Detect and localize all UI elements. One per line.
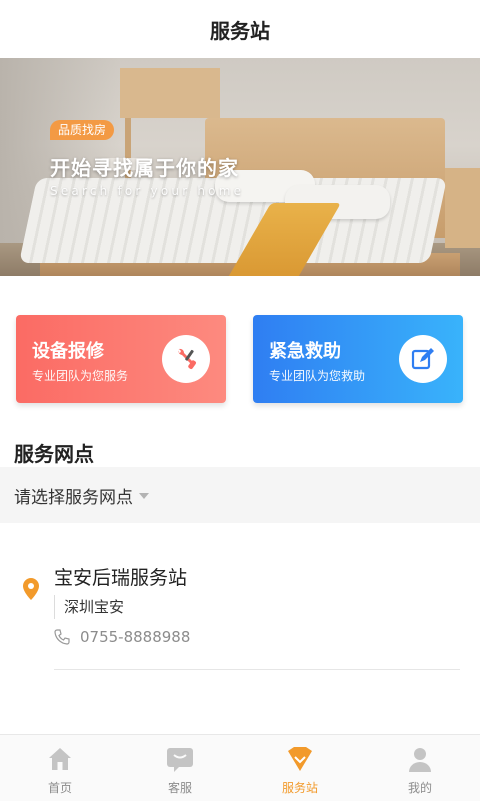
tab-label: 首页 (47, 781, 72, 795)
selector-label: 请选择服务网点 (14, 487, 133, 508)
caret-down-icon (139, 493, 149, 499)
card-title: 设备报修 (32, 341, 104, 362)
bottom-tab-bar: 首页 客服 服务站 我的 (0, 734, 480, 801)
top-bar: 服务站 (0, 0, 480, 58)
tab-label: 客服 (167, 781, 192, 795)
banner-badge: 品质找房 (50, 120, 115, 140)
tab-profile[interactable]: 我的 (360, 735, 480, 801)
tab-home[interactable]: 首页 (0, 735, 120, 801)
tab-label: 我的 (407, 781, 432, 795)
phone-icon (54, 629, 70, 649)
emergency-rescue-card[interactable]: 紧急救助 专业团队为您救助 (253, 315, 463, 403)
banner[interactable]: 品质找房 开始寻找属于你的家 Search for your home (0, 58, 480, 276)
banner-title: 开始寻找属于你的家 (50, 156, 239, 180)
divider (54, 669, 460, 670)
divider (54, 595, 55, 619)
station-name: 宝安后瑞服务站 (54, 567, 188, 589)
banner-photo-nightstand (445, 168, 480, 248)
station-icon (285, 745, 315, 773)
station-phone[interactable]: 0755-8888988 (80, 628, 190, 646)
banner-photo-desk (120, 68, 220, 118)
station-area: 深圳宝安 (64, 598, 125, 616)
service-point-selector[interactable]: 请选择服务网点 (0, 467, 480, 523)
tab-service-station[interactable]: 服务站 (240, 735, 360, 801)
tools-icon (162, 335, 210, 383)
profile-icon (405, 745, 435, 773)
page-title: 服务站 (210, 18, 270, 43)
banner-subtitle: Search for your home (50, 184, 245, 198)
tab-label: 服务站 (281, 781, 318, 795)
tab-customer-service[interactable]: 客服 (120, 735, 240, 801)
station-list-item[interactable]: 宝安后瑞服务站 深圳宝安 0755-8888988 (0, 545, 480, 671)
edit-icon (399, 335, 447, 383)
equipment-repair-card[interactable]: 设备报修 专业团队为您服务 (16, 315, 226, 403)
service-points-heading: 服务网点 (14, 442, 94, 466)
chat-icon (165, 745, 195, 773)
home-icon (45, 745, 75, 773)
location-pin-icon (22, 577, 40, 607)
card-subtitle: 专业团队为您救助 (269, 369, 366, 383)
card-subtitle: 专业团队为您服务 (32, 369, 129, 383)
card-title: 紧急救助 (269, 341, 341, 362)
